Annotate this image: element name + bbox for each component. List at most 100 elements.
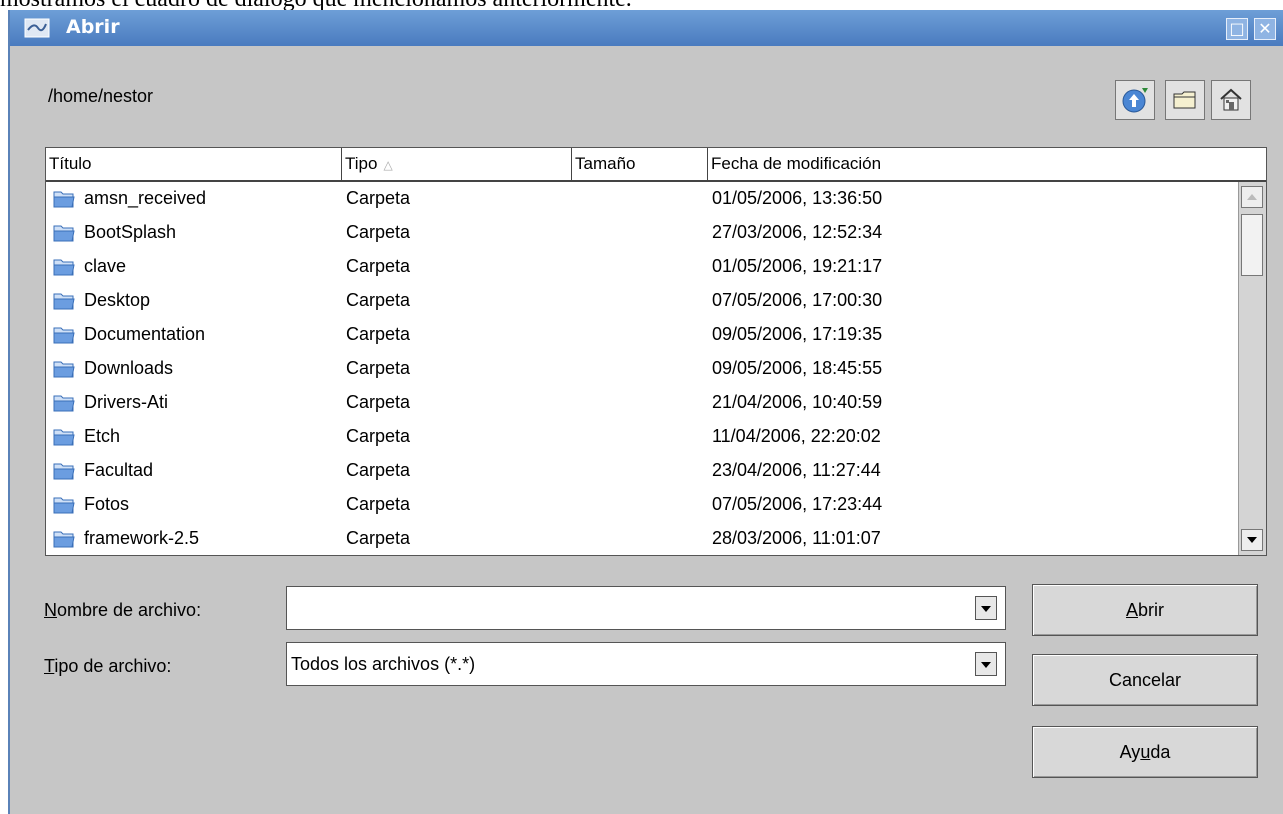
file-modified: 21/04/2006, 10:40:59: [712, 392, 883, 412]
column-header-size[interactable]: Tamaño: [572, 148, 708, 180]
arrow-down-icon: [1247, 537, 1257, 543]
file-modified: 07/05/2006, 17:00:30: [712, 290, 883, 310]
file-modified: 27/03/2006, 12:52:34: [712, 222, 883, 242]
sort-ascending-icon: △: [383, 158, 393, 172]
column-header-type[interactable]: Tipo △: [342, 148, 572, 180]
filetype-dropdown-button[interactable]: [975, 652, 997, 676]
open-file-dialog: Abrir □ ✕ /home/nestor Título Tipo △ Tama…: [8, 10, 1283, 814]
new-folder-icon: [1173, 91, 1196, 109]
folder-icon: [53, 191, 75, 208]
arrow-up-icon: [1247, 194, 1257, 200]
up-folder-button[interactable]: [1115, 80, 1155, 120]
home-button[interactable]: [1211, 80, 1251, 120]
close-button[interactable]: ✕: [1254, 18, 1276, 40]
filename-dropdown-button[interactable]: [975, 596, 997, 620]
file-modified: 09/05/2006, 17:19:35: [712, 324, 883, 344]
help-button-mnemonic: u: [1140, 742, 1151, 762]
file-row[interactable]: clave Carpeta 01/05/2006, 19:21:17: [46, 250, 1234, 284]
filename-combobox[interactable]: [286, 586, 1006, 630]
file-type: Carpeta: [346, 222, 411, 242]
filename-label-mnemonic: N: [44, 600, 57, 620]
folder-icon: [53, 225, 75, 242]
scroll-thumb[interactable]: [1241, 214, 1263, 276]
help-button[interactable]: Ayuda: [1032, 726, 1258, 778]
folder-icon: [53, 327, 75, 344]
file-type: Carpeta: [346, 392, 411, 412]
file-name: Etch: [84, 426, 121, 446]
file-type: Carpeta: [346, 494, 411, 514]
column-header-type-label: Tipo: [345, 154, 378, 173]
folder-icon: [53, 429, 75, 446]
folder-icon: [53, 531, 75, 548]
folder-icon: [53, 395, 75, 412]
file-name: Downloads: [84, 358, 174, 378]
file-name: framework-2.5: [84, 528, 200, 548]
filetype-label-mnemonic: T: [44, 656, 55, 676]
file-modified: 01/05/2006, 13:36:50: [712, 188, 883, 208]
file-name: Drivers-Ati: [84, 392, 168, 412]
open-button[interactable]: Abrir: [1032, 584, 1258, 636]
folder-icon: [53, 361, 75, 378]
file-type: Carpeta: [346, 324, 411, 344]
file-name: Fotos: [84, 494, 130, 514]
file-type: Carpeta: [346, 528, 411, 548]
file-row[interactable]: amsn_received Carpeta 01/05/2006, 13:36:50: [46, 182, 1234, 216]
file-type: Carpeta: [346, 188, 411, 208]
file-row[interactable]: Documentation Carpeta 09/05/2006, 17:19:35: [46, 318, 1234, 352]
filetype-label-text: ipo de archivo:: [54, 656, 172, 676]
file-row[interactable]: framework-2.5 Carpeta 28/03/2006, 11:01:07: [46, 522, 1234, 555]
filetype-selected-value: Todos los archivos (*.*): [291, 654, 476, 674]
title-bar[interactable]: Abrir □ ✕: [10, 10, 1283, 46]
file-name: Desktop: [84, 290, 151, 310]
maximize-button[interactable]: □: [1226, 18, 1248, 40]
window-title: Abrir: [66, 16, 120, 38]
scroll-down-button[interactable]: [1241, 529, 1263, 551]
file-type: Carpeta: [346, 460, 411, 480]
filetype-combobox[interactable]: Todos los archivos (*.*): [286, 642, 1006, 686]
file-modified: 07/05/2006, 17:23:44: [712, 494, 883, 514]
cancel-button-label: Cancelar: [1108, 670, 1182, 690]
file-row[interactable]: Drivers-Ati Carpeta 21/04/2006, 10:40:59: [46, 386, 1234, 420]
folder-icon: [53, 259, 75, 276]
column-header-modified-label: Fecha de modificación: [711, 154, 882, 173]
app-icon: [24, 18, 50, 38]
cancel-button[interactable]: Cancelar: [1032, 654, 1258, 706]
file-modified: 11/04/2006, 22:20:02: [712, 426, 881, 446]
open-button-mnemonic: A: [1125, 600, 1138, 620]
file-name: Documentation: [84, 324, 206, 344]
folder-icon: [53, 293, 75, 310]
scroll-up-button[interactable]: [1241, 186, 1263, 208]
new-folder-button[interactable]: [1165, 80, 1205, 120]
file-modified: 01/05/2006, 19:21:17: [712, 256, 883, 276]
file-type: Carpeta: [346, 358, 411, 378]
file-row[interactable]: Fotos Carpeta 07/05/2006, 17:23:44: [46, 488, 1234, 522]
column-header-title[interactable]: Título: [46, 148, 342, 180]
filename-label: Nombre de archivo:: [44, 600, 201, 621]
file-name: Facultad: [84, 460, 154, 480]
file-type: Carpeta: [346, 256, 411, 276]
home-icon: [1220, 88, 1242, 111]
help-button-label-end: da: [1150, 742, 1171, 762]
file-modified: 28/03/2006, 11:01:07: [712, 528, 881, 548]
file-list[interactable]: Título Tipo △ Tamaño Fecha de modificació…: [45, 147, 1267, 556]
filename-label-text: ombre de archivo:: [57, 600, 202, 620]
file-name: amsn_received: [84, 188, 207, 208]
chevron-down-icon: [981, 662, 991, 668]
help-button-label-start: Ay: [1119, 742, 1141, 762]
up-folder-icon: [1122, 88, 1148, 113]
vertical-scrollbar[interactable]: [1238, 182, 1266, 555]
file-name: clave: [84, 256, 127, 276]
file-row[interactable]: Facultad Carpeta 23/04/2006, 11:27:44: [46, 454, 1234, 488]
file-row[interactable]: Desktop Carpeta 07/05/2006, 17:00:30: [46, 284, 1234, 318]
column-header-title-label: Título: [49, 154, 92, 173]
column-header-row: Título Tipo △ Tamaño Fecha de modificació…: [46, 148, 1266, 182]
open-button-label: brir: [1138, 600, 1164, 620]
folder-icon: [53, 497, 75, 514]
column-header-modified[interactable]: Fecha de modificación: [708, 148, 1266, 180]
file-row[interactable]: Downloads Carpeta 09/05/2006, 18:45:55: [46, 352, 1234, 386]
file-row[interactable]: BootSplash Carpeta 27/03/2006, 12:52:34: [46, 216, 1234, 250]
column-header-size-label: Tamaño: [575, 154, 636, 173]
file-row[interactable]: Etch Carpeta 11/04/2006, 22:20:02: [46, 420, 1234, 454]
filetype-label: Tipo de archivo:: [44, 656, 171, 677]
file-type: Carpeta: [346, 290, 411, 310]
